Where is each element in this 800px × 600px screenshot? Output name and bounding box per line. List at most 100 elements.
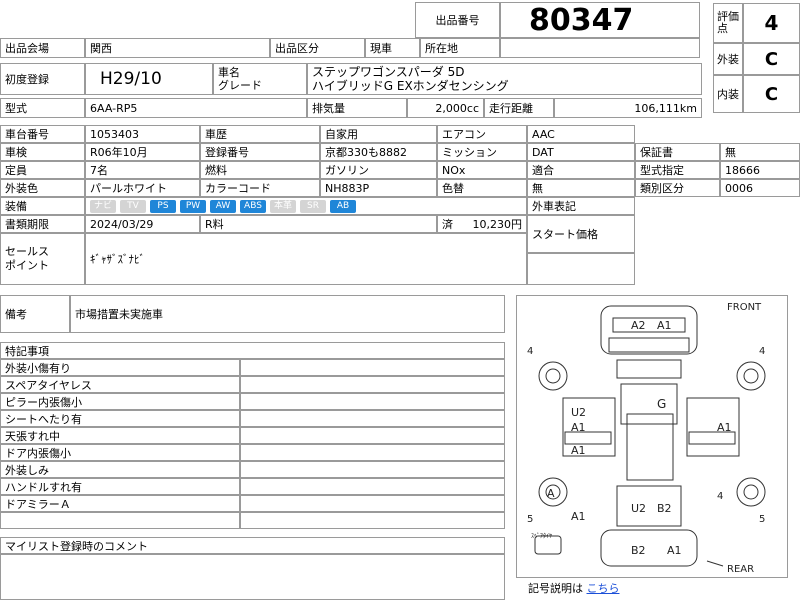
header-blank xyxy=(0,0,415,38)
legend: 記号説明は こちら xyxy=(528,580,620,596)
remarks-label: 備考 xyxy=(0,295,70,333)
score-value: 4 xyxy=(743,3,800,43)
equip-sr-badge: SR xyxy=(300,199,326,213)
classcat-value: 0006 xyxy=(720,179,800,197)
typeapp-value: 18666 xyxy=(720,161,800,179)
foreign-label: 外車表記 xyxy=(527,197,635,215)
location-value xyxy=(500,38,700,58)
score-label: 評価点 xyxy=(713,3,743,43)
tire-mark-rl: 5 xyxy=(527,514,533,525)
note-item-empty xyxy=(240,461,505,478)
note-item-empty xyxy=(240,512,505,529)
docdeadline-label: 書類期限 xyxy=(0,215,85,233)
note-item: シートへたり有 xyxy=(0,410,240,427)
chassis-label: 車台番号 xyxy=(0,125,85,143)
note-item-empty xyxy=(240,495,505,512)
model-label: 型式 xyxy=(0,98,85,118)
chassis-value: 1053403 xyxy=(85,125,200,143)
salespoint-label: セールス ポイント xyxy=(0,233,85,285)
note-item-empty xyxy=(240,478,505,495)
hood-outline xyxy=(600,305,698,355)
note-item: ピラー内張傷小 xyxy=(0,393,240,410)
fuel-label: 燃料 xyxy=(200,161,320,179)
startprice-value xyxy=(527,253,635,285)
capacity-value: 7名 xyxy=(85,161,200,179)
legend-link[interactable]: こちら xyxy=(587,582,620,595)
regno-label: 登録番号 xyxy=(200,143,320,161)
lot-number: 80347 xyxy=(500,2,700,38)
warranty-value: 無 xyxy=(720,143,800,161)
mark-trunk-a1: A1 xyxy=(667,544,682,557)
equip-abs-badge: ABS xyxy=(240,199,266,213)
recycle-amount: 10,230円 xyxy=(472,218,523,231)
inspection-label: 車検 xyxy=(0,143,85,161)
windshield-outline xyxy=(608,337,690,353)
fuel-value: ガソリン xyxy=(320,161,437,179)
equip-nav-badge: ナビ xyxy=(90,199,116,213)
capacity-label: 定員 xyxy=(0,161,85,179)
note-item-empty xyxy=(240,444,505,461)
recycle-label: R料 xyxy=(200,215,437,233)
carname-label: 車名 グレード xyxy=(213,63,307,95)
note-item: ハンドルすれ有 xyxy=(0,478,240,495)
mileage-value: 106,111km xyxy=(554,98,702,118)
mission-value: DAT xyxy=(527,143,635,161)
equip-pw-badge: PW xyxy=(180,199,206,213)
exterior-label: 外装 xyxy=(713,43,743,75)
tire-rear-right-outline xyxy=(736,477,766,507)
salespoint-value: ｷﾞｬｻﾞｽﾞﾅﾋﾞ xyxy=(85,233,527,285)
typeapp-label: 型式指定 xyxy=(635,161,720,179)
venue-value: 関西 xyxy=(85,38,270,58)
front-bumper-outline xyxy=(612,317,686,333)
location-label: 所在地 xyxy=(420,38,500,58)
legend-label: 記号説明は xyxy=(528,582,583,595)
car-diagram-svg: FRONT REAR A2 A1 G U2 A1 A1 A1 A A1 U2 B… xyxy=(527,302,766,575)
exterior-grade: C xyxy=(743,43,800,75)
note-item xyxy=(0,512,240,529)
colorcode-value: NH883P xyxy=(320,179,437,197)
history-value: 自家用 xyxy=(320,125,437,143)
note-item-empty xyxy=(240,410,505,427)
note-item-empty xyxy=(240,393,505,410)
roof-outline xyxy=(620,383,678,425)
mark-roof-g: G xyxy=(657,397,666,411)
classcat-label: 類別区分 xyxy=(635,179,720,197)
displacement-value: 2,000cc xyxy=(407,98,484,118)
note-item: ドアミラーＡ xyxy=(0,495,240,512)
registration-label: 初度登録 xyxy=(0,63,85,95)
notes-header: 特記事項 xyxy=(0,342,505,359)
note-item: スペアタイヤレス xyxy=(0,376,240,393)
mark-rightdoor-a1: A1 xyxy=(717,421,732,434)
tire-front-right-outline xyxy=(736,361,766,391)
mark-leftsill-a1: A1 xyxy=(571,444,586,457)
lot-label: 出品番号 xyxy=(415,2,500,38)
interior-grade: C xyxy=(743,75,800,113)
mark-leftdoor-a1: A1 xyxy=(571,421,586,434)
colorcode-label: カラーコード xyxy=(200,179,320,197)
mark-leftdoor-u2: U2 xyxy=(571,406,586,419)
tire-mark-rr2: 5 xyxy=(759,514,765,525)
nox-label: NOx xyxy=(437,161,527,179)
spare-label: ｽﾍﾟｱﾀｲﾔ xyxy=(531,533,552,540)
remarks-value: 市場措置未実施車 xyxy=(70,295,505,333)
aircon-value: AAC xyxy=(527,125,635,143)
equip-aw-badge: AW xyxy=(210,199,236,213)
equip-tv-badge: TV xyxy=(120,199,146,213)
equip-ab-badge: AB xyxy=(330,199,356,213)
mileage-label: 走行距離 xyxy=(484,98,554,118)
note-item-empty xyxy=(240,376,505,393)
wheel-front-left xyxy=(545,368,561,384)
interior-label: 内装 xyxy=(713,75,743,113)
color-label: 外装色 xyxy=(0,179,85,197)
equip-ps-badge: PS xyxy=(150,199,176,213)
tire-mark-fr: 4 xyxy=(759,346,765,357)
note-item: 外装しみ xyxy=(0,461,240,478)
mark-hood-a2: A2 xyxy=(631,319,646,332)
note-item-empty xyxy=(240,359,505,376)
front-label: FRONT xyxy=(727,302,762,313)
rear-label: REAR xyxy=(727,564,754,575)
mylist-comment[interactable] xyxy=(0,554,505,600)
category-label: 出品区分 xyxy=(270,38,365,58)
colorchange-label: 色替 xyxy=(437,179,527,197)
regno-value: 京都330も8882 xyxy=(320,143,437,161)
